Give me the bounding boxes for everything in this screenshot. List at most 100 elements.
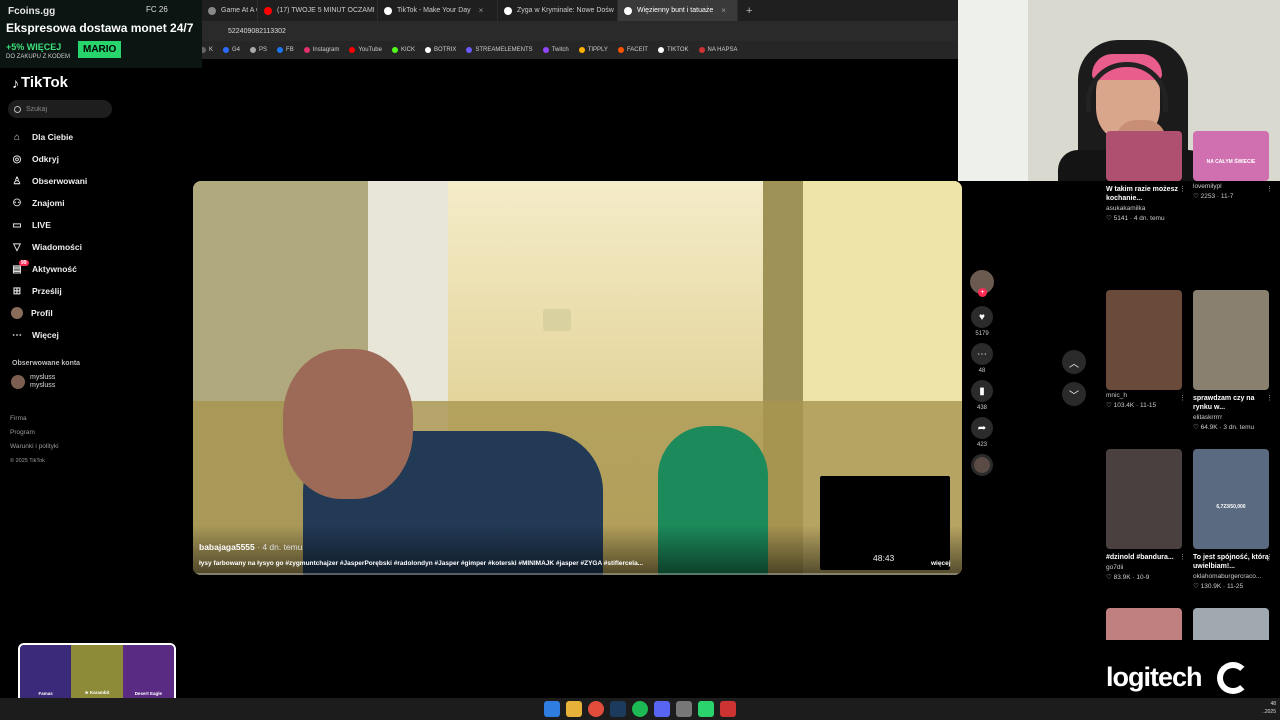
video-card[interactable]: W takim razie możesz kochanie... asukakam…	[1106, 131, 1186, 222]
sidebar-item-label: LIVE	[32, 220, 51, 230]
bookmark-item[interactable]: NA HAPSA	[698, 47, 738, 53]
sidebar-item-label: Więcej	[32, 330, 59, 340]
sidebar-item[interactable]: ⌂ Dla Ciebie	[10, 126, 120, 148]
settings-icon[interactable]	[676, 701, 692, 717]
file-explorer-icon[interactable]	[566, 701, 582, 717]
video-thumbnail[interactable]: NA CAŁYM ŚWIECIE	[1193, 131, 1269, 181]
copyright: © 2025 TikTok	[10, 458, 45, 464]
bookmark-item[interactable]: G4	[223, 47, 240, 53]
creator-avatar[interactable]: +	[970, 270, 994, 297]
new-tab-button[interactable]: +	[738, 5, 760, 17]
url-text: 522409082113302	[228, 27, 286, 35]
bookmark-item[interactable]: FB	[277, 47, 294, 53]
bookmark-label: Twitch	[551, 47, 569, 53]
bookmark-item[interactable]: YouTube	[349, 47, 382, 53]
browser-tab[interactable]: (17) TWOJE 5 MINUT OCZAMI×	[258, 0, 378, 21]
video-thumbnail[interactable]	[1106, 131, 1182, 181]
video-card[interactable]: NA CAŁYM ŚWIECIE lovemilypl ♡ 2253 · 11-7 ⋮	[1193, 131, 1273, 200]
bookmark-item[interactable]: Instagram	[303, 47, 339, 53]
logitech-logo: logitech	[1090, 640, 1280, 698]
app-icon[interactable]	[698, 701, 714, 717]
spotify-icon[interactable]	[632, 701, 648, 717]
video-thumbnail[interactable]	[1106, 449, 1182, 549]
link-company[interactable]: Firma	[10, 412, 59, 426]
bookmark-icon[interactable]: ▮	[971, 380, 993, 402]
windows-start-icon[interactable]	[544, 701, 560, 717]
video-card-title: sprawdzam czy na rynku w...	[1193, 395, 1255, 411]
close-icon[interactable]: ×	[479, 6, 484, 15]
tab-favicon-icon	[504, 6, 512, 15]
chevron-up-icon[interactable]: ︿	[1062, 350, 1086, 374]
video-card-meta: ♡ 103.4K · 11-15	[1106, 402, 1157, 409]
promo-title: Ekspresowa dostawa monet 24/7	[6, 21, 194, 35]
video-thumbnail[interactable]	[1106, 290, 1182, 390]
sidebar-item[interactable]: ⚇ Znajomi	[10, 192, 120, 214]
video-player[interactable]: babajaga5555 · 4 dn. temu łysy farbowany…	[193, 181, 962, 575]
more-options-icon[interactable]: ⋮	[1266, 394, 1273, 402]
browser-tab[interactable]: Zyga w Kryminale: Nowe Dośw×	[498, 0, 618, 21]
bookmark-label: YouTube	[358, 47, 382, 53]
search-input[interactable]	[26, 105, 106, 113]
sidebar-item[interactable]: ▭ LIVE	[10, 214, 120, 236]
promo-banner[interactable]: Fcoins.gg FC 26 Ekspresowa dostawa monet…	[0, 0, 202, 68]
browser-tab[interactable]: TikTok - Make Your Day ×	[378, 0, 498, 21]
chevron-down-icon[interactable]: ﹀	[1062, 382, 1086, 406]
browser-tab[interactable]: Game At A Gl×	[202, 0, 258, 21]
sidebar-item[interactable]: ♙ Obserwowani	[10, 170, 120, 192]
sidebar-item[interactable]: ⋯ Więcej	[10, 324, 120, 346]
following-account[interactable]: mysluss mysluss	[11, 374, 55, 390]
bookmark-item[interactable]: TIKTOK	[657, 47, 689, 53]
bookmark-item[interactable]: TIPPLY	[578, 47, 608, 53]
link-terms[interactable]: Warunki i polityki	[10, 440, 59, 454]
more-options-icon[interactable]: ⋮	[1266, 185, 1273, 193]
more-button[interactable]: więcej	[931, 560, 951, 567]
search-box[interactable]	[8, 100, 112, 118]
sidebar-item-label: Profil	[31, 308, 53, 318]
bookmark-item[interactable]: STREAMELEMENTS	[466, 47, 533, 53]
steam-icon[interactable]	[610, 701, 626, 717]
video-author[interactable]: babajaga5555 · 4 dn. temu	[199, 542, 302, 552]
discord-icon[interactable]	[654, 701, 670, 717]
video-card[interactable]: sprawdzam czy na rynku w... elitaskrrrrr ♡…	[1193, 290, 1273, 431]
weapon-name: Famas	[38, 691, 53, 696]
thumbnail-overlay-text: 6,723/50,000	[1216, 504, 1246, 510]
bookmark-favicon-icon	[466, 47, 473, 53]
music-disc-icon[interactable]	[971, 454, 993, 476]
sidebar-item[interactable]: ▽ Wiadomości	[10, 236, 120, 258]
sidebar-item[interactable]: ▤ 99 Aktywność	[10, 258, 120, 280]
video-thumbnail[interactable]	[1193, 290, 1269, 390]
comment-icon[interactable]: ⋯	[971, 343, 993, 365]
video-thumbnail[interactable]: 6,723/50,000	[1193, 449, 1269, 549]
sidebar-item[interactable]: ⊞ Prześlij	[10, 280, 120, 302]
bookmark-item[interactable]: PS	[250, 47, 267, 53]
sidebar-item[interactable]: ◎ Odkryj	[10, 148, 120, 170]
bookmark-label: K	[209, 47, 214, 53]
system-clock[interactable]: 48 ..2025	[1262, 700, 1276, 716]
tiktok-logo[interactable]: ♪ TikTok	[12, 74, 68, 91]
tab-label: (17) TWOJE 5 MINUT OCZAMI	[277, 7, 375, 14]
video-card[interactable]: mnic_h ♡ 103.4K · 11-15 ⋮	[1106, 290, 1186, 409]
bookmark-item[interactable]: BOTRIX	[425, 47, 456, 53]
share-icon[interactable]: ➦	[971, 417, 993, 439]
close-icon[interactable]: ×	[721, 6, 726, 15]
link-program[interactable]: Program	[10, 426, 59, 440]
browser-tab[interactable]: Więzienny bunt i tatuaże ×	[618, 0, 738, 21]
chrome-icon[interactable]	[588, 701, 604, 717]
shield-icon[interactable]	[720, 701, 736, 717]
weapon-name: Desert Eagle	[134, 691, 162, 696]
more-options-icon[interactable]: ⋮	[1179, 185, 1186, 193]
video-card[interactable]: #dzinold #bandura... go7dii ♡ 83.9K · 10-9…	[1106, 449, 1186, 581]
video-card[interactable]: 6,723/50,000 To jest spójność, którą uwie…	[1193, 449, 1273, 590]
bookmark-item[interactable]: FACEIT	[617, 47, 648, 53]
like-icon[interactable]: ♥	[971, 306, 993, 328]
bookmark-item[interactable]: KICK	[391, 47, 415, 53]
follow-plus-icon[interactable]: +	[978, 288, 987, 297]
more-options-icon[interactable]: ⋮	[1179, 394, 1186, 402]
sidebar-item[interactable]: Profil	[10, 302, 120, 324]
more-options-icon[interactable]: ⋮	[1266, 553, 1273, 561]
bookmark-item[interactable]: Twitch	[542, 47, 569, 53]
logitech-wordmark: logitech	[1106, 662, 1203, 692]
more-options-icon[interactable]: ⋮	[1179, 553, 1186, 561]
address-bar[interactable]: 522409082113302	[202, 21, 958, 41]
video-progress[interactable]	[193, 573, 962, 575]
